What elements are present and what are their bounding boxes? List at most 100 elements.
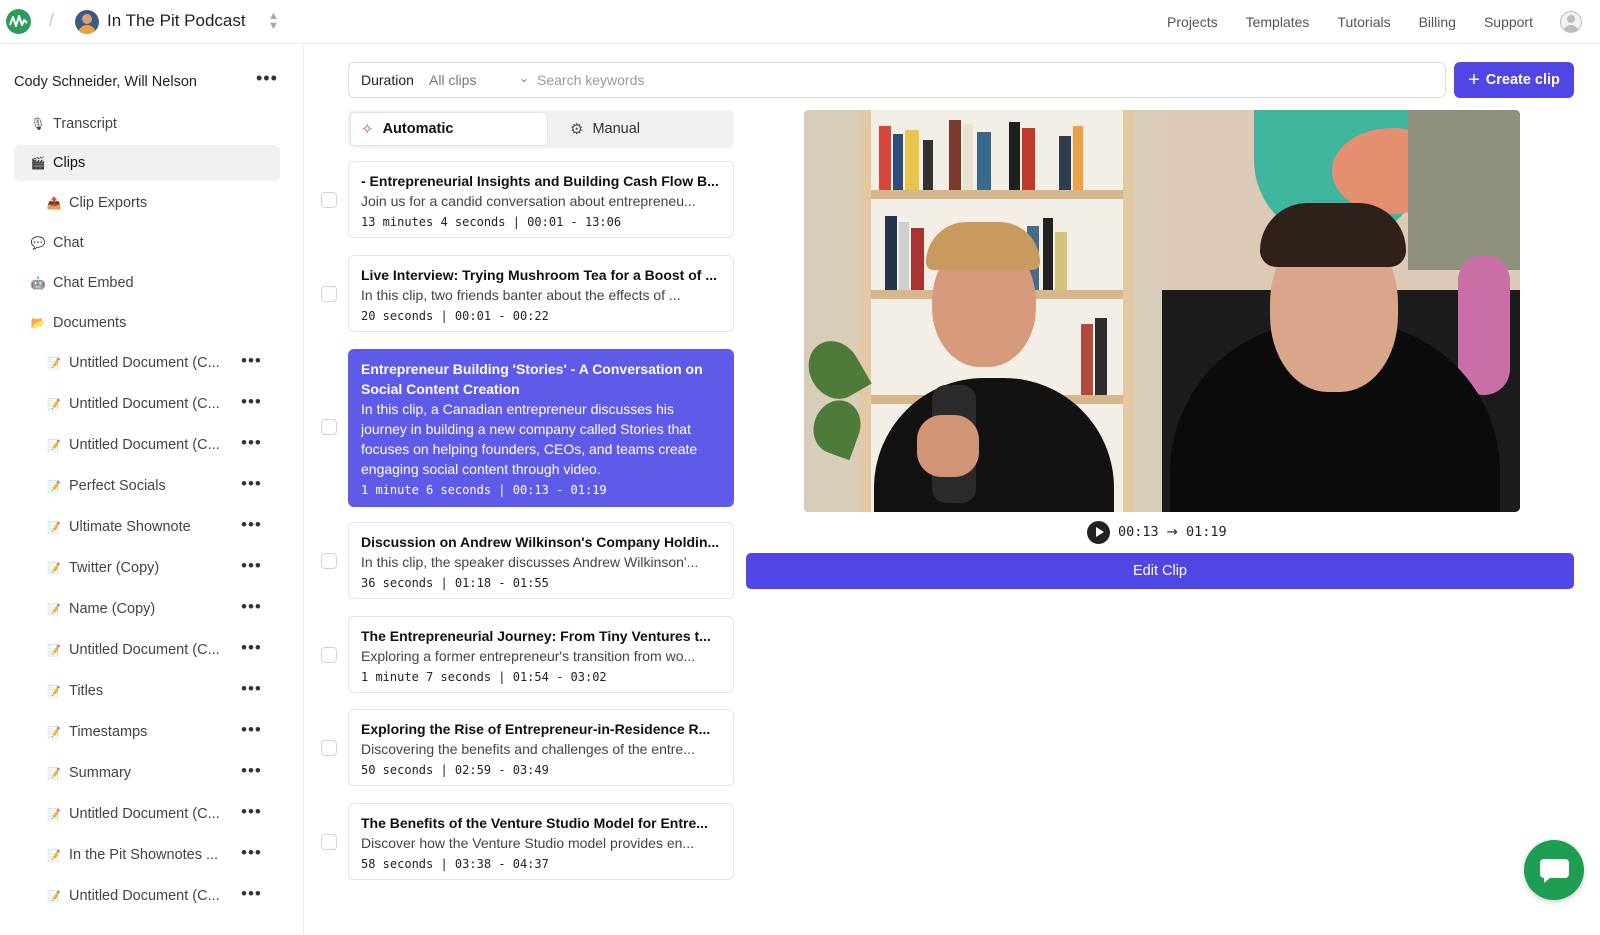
clip-mode-tabs: ✧ Automatic ⚙ Manual <box>348 110 734 148</box>
clip-checkbox[interactable] <box>321 553 337 569</box>
support-chat-icon[interactable] <box>1524 840 1584 900</box>
breadcrumb-separator: / <box>49 10 55 30</box>
clip-title: The Entrepreneurial Journey: From Tiny V… <box>361 628 711 644</box>
document-item[interactable]: 📝 Timestamps ••• <box>14 714 280 750</box>
document-more-icon[interactable]: ••• <box>241 474 262 494</box>
document-item[interactable]: 📝 Ultimate Shownote ••• <box>14 509 280 545</box>
document-more-icon[interactable]: ••• <box>241 392 262 412</box>
document-more-icon[interactable]: ••• <box>241 679 262 699</box>
document-more-icon[interactable]: ••• <box>241 638 262 658</box>
clip-checkbox[interactable] <box>321 286 337 302</box>
clip-card-selected[interactable]: Entrepreneur Building 'Stories' - A Conv… <box>348 349 734 507</box>
document-item[interactable]: 📝 Untitled Document (C... ••• <box>14 878 280 914</box>
clip-card[interactable]: Discussion on Andrew Wilkinson's Company… <box>348 522 734 599</box>
clip-title: The Benefits of the Venture Studio Model… <box>361 815 708 831</box>
document-more-icon[interactable]: ••• <box>241 843 262 863</box>
top-nav: Projects Templates Tutorials Billing Sup… <box>1167 0 1600 44</box>
edit-clip-button[interactable]: Edit Clip <box>746 553 1574 589</box>
document-item[interactable]: 📝 Name (Copy) ••• <box>14 591 280 627</box>
memo-icon: 📝 <box>47 603 61 616</box>
document-label: Untitled Document (C... <box>69 437 220 453</box>
clip-checkbox[interactable] <box>321 647 337 663</box>
document-more-icon[interactable]: ••• <box>241 597 262 617</box>
create-clip-button[interactable]: + Create clip <box>1454 62 1574 98</box>
document-more-icon[interactable]: ••• <box>241 884 262 904</box>
sidebar-item-chat[interactable]: 💬 Chat <box>14 225 280 261</box>
memo-icon: 📝 <box>47 726 61 739</box>
clip-card[interactable]: The Benefits of the Venture Studio Model… <box>348 803 734 880</box>
document-more-icon[interactable]: ••• <box>241 351 262 371</box>
document-label: In the Pit Shownotes ... <box>69 847 219 863</box>
memo-icon: 📝 <box>47 767 61 780</box>
document-item[interactable]: 📝 Summary ••• <box>14 755 280 791</box>
clip-video-preview[interactable] <box>804 110 1520 512</box>
guest-left-hair <box>926 222 1040 270</box>
chevron-down-icon[interactable]: ⌄ <box>519 71 529 85</box>
app-logo-icon[interactable] <box>6 9 31 34</box>
clip-checkbox[interactable] <box>321 834 337 850</box>
robot-icon: 🤖 <box>30 276 46 290</box>
search-input[interactable] <box>537 64 1437 96</box>
document-item[interactable]: 📝 Untitled Document (C... ••• <box>14 386 280 422</box>
book <box>963 124 973 190</box>
nav-tutorials[interactable]: Tutorials <box>1337 14 1390 30</box>
sidebar-item-chat-embed[interactable]: 🤖 Chat Embed <box>14 265 280 301</box>
play-icon[interactable] <box>1087 521 1110 544</box>
document-item[interactable]: 📝 Untitled Document (C... ••• <box>14 427 280 463</box>
duration-select[interactable]: All clips <box>429 72 476 88</box>
clip-description: In this clip, a Canadian entrepreneur di… <box>361 401 698 477</box>
document-more-icon[interactable]: ••• <box>241 433 262 453</box>
clip-card[interactable]: Live Interview: Trying Mushroom Tea for … <box>348 255 734 332</box>
sidebar-more-icon[interactable]: ••• <box>256 68 278 89</box>
clip-card[interactable]: The Entrepreneurial Journey: From Tiny V… <box>348 616 734 693</box>
project-switcher-icon[interactable]: ▲ ▼ <box>268 11 279 32</box>
tab-automatic[interactable]: ✧ Automatic <box>350 112 548 146</box>
clip-filter-bar: Duration All clips ⌄ <box>348 62 1446 98</box>
clip-checkbox[interactable] <box>321 740 337 756</box>
clapper-icon: 🎬 <box>30 156 46 170</box>
document-item[interactable]: 📝 Untitled Document (C... ••• <box>14 345 280 381</box>
document-more-icon[interactable]: ••• <box>241 720 262 740</box>
user-avatar-icon[interactable] <box>1560 11 1582 33</box>
clip-card[interactable]: Exploring the Rise of Entrepreneur-in-Re… <box>348 709 734 786</box>
nav-templates[interactable]: Templates <box>1246 14 1310 30</box>
skateboard <box>1458 255 1510 395</box>
document-item[interactable]: 📝 Perfect Socials ••• <box>14 468 280 504</box>
nav-projects[interactable]: Projects <box>1167 14 1218 30</box>
duration-label: Duration <box>361 72 414 88</box>
document-more-icon[interactable]: ••• <box>241 556 262 576</box>
document-item[interactable]: 📝 Untitled Document (C... ••• <box>14 632 280 668</box>
sidebar-item-transcript[interactable]: 🎙 Transcript <box>14 106 280 142</box>
document-item[interactable]: 📝 Untitled Document (C... ••• <box>14 796 280 832</box>
document-more-icon[interactable]: ••• <box>241 802 262 822</box>
document-label: Untitled Document (C... <box>69 642 220 658</box>
tab-manual[interactable]: ⚙ Manual <box>560 112 730 146</box>
book <box>899 222 909 290</box>
sidebar-item-clip-exports[interactable]: 📤 Clip Exports <box>14 185 280 221</box>
sidebar-item-clips[interactable]: 🎬 Clips <box>14 145 280 181</box>
tab-manual-label: Manual <box>592 121 641 137</box>
clip-time-range: 00:13 → 01:19 <box>1118 524 1227 540</box>
nav-billing[interactable]: Billing <box>1419 14 1456 30</box>
document-more-icon[interactable]: ••• <box>241 515 262 535</box>
clip-checkbox[interactable] <box>321 419 337 435</box>
clip-description: Exploring a former entrepreneur's transi… <box>361 648 696 664</box>
sidebar-item-documents[interactable]: 📂 Documents <box>14 305 280 341</box>
project-name[interactable]: In The Pit Podcast <box>107 11 246 31</box>
sidebar-item-label: Clip Exports <box>69 195 148 211</box>
book <box>949 120 961 190</box>
nav-support[interactable]: Support <box>1484 14 1533 30</box>
document-more-icon[interactable]: ••• <box>241 761 262 781</box>
clip-title: Exploring the Rise of Entrepreneur-in-Re… <box>361 721 711 737</box>
clip-card[interactable]: - Entrepreneurial Insights and Building … <box>348 161 734 238</box>
clip-description: In this clip, the speaker discusses Andr… <box>361 554 699 570</box>
document-item[interactable]: 📝 Titles ••• <box>14 673 280 709</box>
clip-end-time: 01:19 <box>1185 524 1227 540</box>
document-item[interactable]: 📝 In the Pit Shownotes ... ••• <box>14 837 280 873</box>
memo-icon: 📝 <box>47 439 61 452</box>
document-label: Perfect Socials <box>69 478 166 494</box>
clip-title: Discussion on Andrew Wilkinson's Company… <box>361 534 720 550</box>
clip-checkbox[interactable] <box>321 192 337 208</box>
memo-icon: 📝 <box>47 685 61 698</box>
document-item[interactable]: 📝 Twitter (Copy) ••• <box>14 550 280 586</box>
